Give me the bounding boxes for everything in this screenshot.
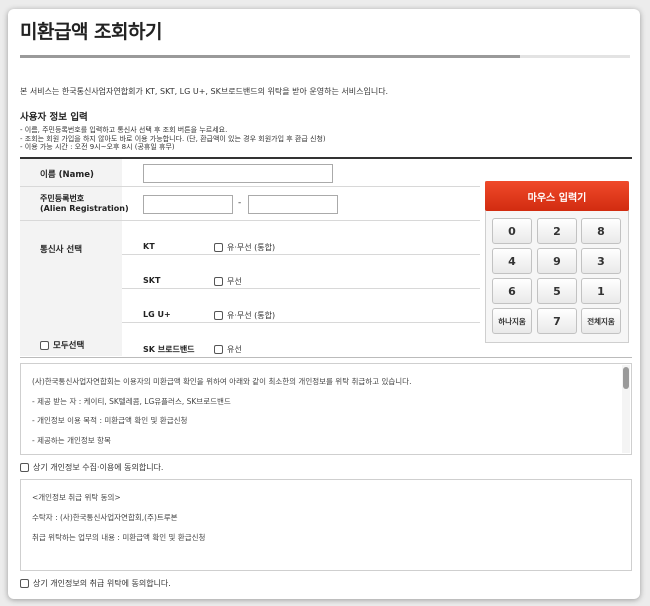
- delete-all-button[interactable]: 전체지움: [581, 308, 621, 334]
- privacy-items: - 제공하는 개인정보 항목: [32, 436, 111, 445]
- carrier-name-lgu: LG U+: [143, 310, 171, 319]
- keypad-key[interactable]: 5: [537, 278, 577, 304]
- form-bottom-border: [20, 357, 632, 358]
- usage-notes: - 이름, 주민등록번호를 입력하고 통신사 선택 후 조회 버튼을 누르세요.…: [20, 126, 326, 152]
- label-column: [20, 159, 122, 356]
- usage-note: - 이용 가능 시간 : 오전 9시~오후 8시 (공휴일 휴무): [20, 143, 175, 151]
- registration-front-input[interactable]: [143, 195, 233, 214]
- user-info-form: 이름 (Name) 주민등록번호 (Alien Registration) - …: [20, 159, 480, 356]
- keypad-key[interactable]: 1: [581, 278, 621, 304]
- mouse-input-panel: 마우스 입력기 0 2 8 4 9 3 6 5 1 하나지움 7 전체지움: [485, 181, 629, 343]
- consignment-trustee: 수탁자 : (사)한국통신사업자연합회,(주)트루본: [32, 513, 178, 522]
- keypad-key[interactable]: 7: [537, 308, 577, 334]
- privacy-scrollbar[interactable]: [622, 365, 630, 453]
- keypad-key[interactable]: 4: [492, 248, 532, 274]
- privacy-recipients: - 제공 받는 자 : 케이티, SK텔레콤, LG유플러스, SK브로드밴드: [32, 397, 231, 406]
- privacy-terms-box[interactable]: (사)한국통신사업자연합회는 이용자의 미환급액 확인을 위하여 아래와 같이 …: [20, 363, 632, 455]
- scrollbar-thumb[interactable]: [623, 367, 629, 389]
- privacy-intro: (사)한국통신사업자연합회는 이용자의 미환급액 확인을 위하여 아래와 같이 …: [32, 377, 412, 386]
- section-title: 사용자 정보 입력: [20, 112, 88, 123]
- carrier-name-skt: SKT: [143, 276, 161, 285]
- registration-label: 주민등록번호 (Alien Registration): [40, 194, 129, 213]
- consignment-terms-box[interactable]: <개인정보 취급 위탁 동의> 수탁자 : (사)한국통신사업자연합회,(주)트…: [20, 479, 632, 571]
- consignment-heading: <개인정보 취급 위탁 동의>: [32, 493, 121, 502]
- service-description: 본 서비스는 한국통신사업자연합회가 KT, SKT, LG U+, SK브로드…: [20, 87, 389, 96]
- carrier-option-lgu[interactable]: 유·무선 (통합): [214, 310, 275, 321]
- carrier-name-skb: SK 브로드밴드: [143, 345, 195, 354]
- registration-back-input[interactable]: [248, 195, 338, 214]
- name-label: 이름 (Name): [40, 170, 94, 180]
- checkbox-icon: [214, 243, 223, 252]
- select-all-checkbox[interactable]: 모두선택: [40, 339, 84, 351]
- consignment-task: 취급 위탁하는 업무의 내용 : 미환급액 확인 및 환급신청: [32, 533, 206, 542]
- delete-one-button[interactable]: 하나지움: [492, 308, 532, 334]
- title-underline: [20, 55, 630, 58]
- page-window: 미환급액 조회하기 본 서비스는 한국통신사업자연합회가 KT, SKT, LG…: [8, 9, 640, 599]
- checkbox-icon: [20, 463, 29, 472]
- keypad-key[interactable]: 2: [537, 218, 577, 244]
- checkbox-icon: [40, 340, 49, 350]
- carrier-label: 통신사 선택: [40, 245, 83, 255]
- carrier-name-kt: KT: [143, 242, 155, 251]
- keypad-key[interactable]: 0: [492, 218, 532, 244]
- usage-note: - 이름, 주민등록번호를 입력하고 통신사 선택 후 조회 버튼을 누르세요.: [20, 126, 228, 134]
- checkbox-icon: [20, 579, 29, 588]
- checkbox-icon: [214, 311, 223, 320]
- consignment-agree-checkbox[interactable]: 상기 개인정보의 취급 위탁에 동의합니다.: [20, 578, 171, 589]
- registration-separator: -: [238, 198, 242, 208]
- privacy-purpose: - 개인정보 이용 목적 : 미환급액 확인 및 환급신청: [32, 416, 188, 425]
- page-title: 미환급액 조회하기: [20, 21, 162, 43]
- name-input[interactable]: [143, 164, 333, 183]
- carrier-option-kt[interactable]: 유·무선 (통합): [214, 242, 275, 253]
- privacy-agree-checkbox[interactable]: 상기 개인정보 수집·이용에 동의합니다.: [20, 462, 163, 473]
- usage-note: - 조회는 회원 가입을 하지 않아도 바로 이용 가능합니다. (단, 환급액…: [20, 134, 326, 143]
- checkbox-icon: [214, 277, 223, 286]
- mouse-input-title: 마우스 입력기: [485, 181, 629, 211]
- carrier-option-skb[interactable]: 유선: [214, 344, 242, 355]
- keypad-key[interactable]: 6: [492, 278, 532, 304]
- keypad-key[interactable]: 9: [537, 248, 577, 274]
- checkbox-icon: [214, 345, 223, 354]
- keypad-key[interactable]: 8: [581, 218, 621, 244]
- carrier-option-skt[interactable]: 무선: [214, 276, 242, 287]
- keypad-key[interactable]: 3: [581, 248, 621, 274]
